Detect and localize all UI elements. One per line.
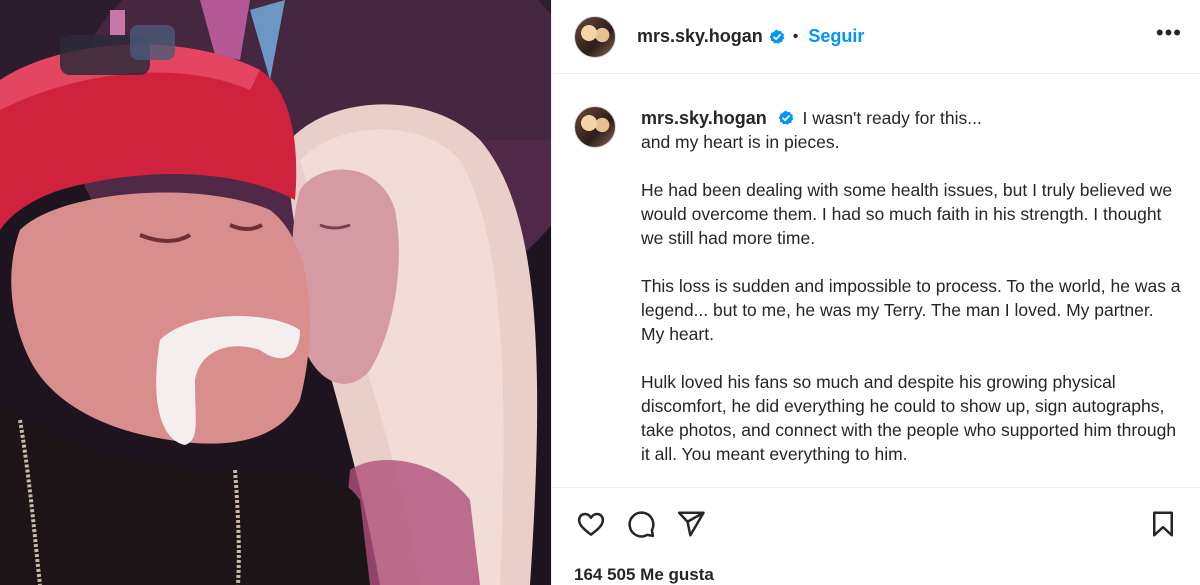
follow-button[interactable]: Seguir <box>808 26 864 47</box>
instagram-post: mrs.sky.hogan • Seguir ••• mrs.sky.hogan <box>0 0 1200 585</box>
caption: mrs.sky.hogan I wasn't ready for this...… <box>574 106 1182 487</box>
caption-paragraph-4: Hulk loved his fans so much and despite … <box>641 372 1177 464</box>
share-button[interactable] <box>674 507 708 541</box>
author-username[interactable]: mrs.sky.hogan <box>637 26 763 47</box>
like-button[interactable] <box>574 507 608 541</box>
post-header: mrs.sky.hogan • Seguir ••• <box>552 0 1200 74</box>
caption-avatar[interactable] <box>574 106 616 148</box>
send-icon <box>677 511 705 536</box>
save-button[interactable] <box>1146 507 1180 541</box>
caption-line-2: and my heart is in pieces. <box>641 132 840 152</box>
caption-username[interactable]: mrs.sky.hogan <box>641 108 767 128</box>
comment-button[interactable] <box>624 507 658 541</box>
author-avatar[interactable] <box>574 15 616 58</box>
bookmark-icon <box>1153 511 1173 536</box>
post-side-panel: mrs.sky.hogan • Seguir ••• mrs.sky.hogan <box>551 0 1200 585</box>
post-photo[interactable] <box>0 0 551 585</box>
caption-paragraph-2: He had been dealing with some health iss… <box>641 180 1173 248</box>
header-separator: • <box>792 27 799 45</box>
verified-badge-icon <box>769 29 785 45</box>
caption-text: mrs.sky.hogan I wasn't ready for this...… <box>641 106 1181 487</box>
more-options-icon[interactable]: ••• <box>1156 20 1182 54</box>
photo-illustration <box>0 0 551 585</box>
verified-badge-icon <box>778 108 794 125</box>
comment-icon <box>628 510 655 538</box>
caption-paragraph-3: This loss is sudden and impossible to pr… <box>641 276 1181 344</box>
likes-count[interactable]: 164 505 Me gusta <box>552 559 1200 585</box>
heart-icon <box>577 512 605 536</box>
action-bar <box>552 487 1200 559</box>
caption-area[interactable]: mrs.sky.hogan I wasn't ready for this...… <box>552 74 1200 487</box>
caption-paragraph-1: mrs.sky.hogan I wasn't ready for this...… <box>641 106 1181 154</box>
caption-line-1: I wasn't ready for this... <box>802 108 982 128</box>
